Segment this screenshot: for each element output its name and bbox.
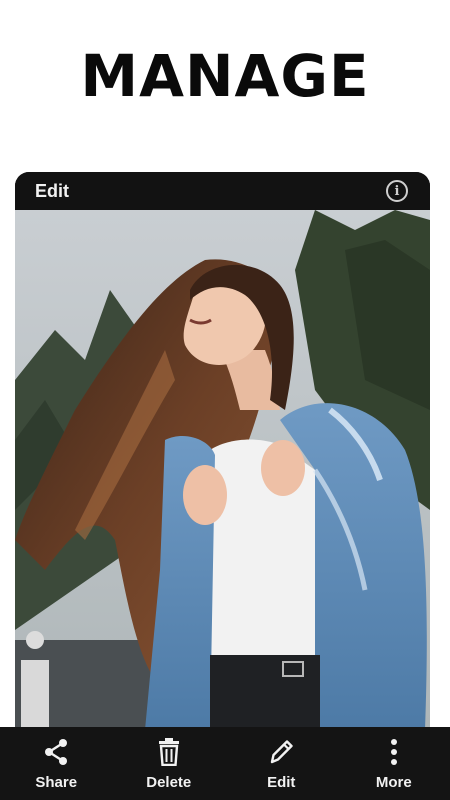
- more-vertical-icon: [390, 737, 398, 767]
- app-screen: MANAGE Edit i Share Delete Edit More: [0, 0, 450, 800]
- info-glyph: i: [394, 183, 400, 199]
- edit-label: Edit: [267, 773, 296, 791]
- trash-icon: [157, 737, 181, 767]
- share-label: Share: [35, 773, 78, 791]
- share-button[interactable]: Share: [11, 727, 101, 800]
- editor-frame: Edit i: [15, 172, 430, 800]
- edit-button[interactable]: Edit: [236, 727, 326, 800]
- more-label: More: [375, 773, 412, 791]
- more-button[interactable]: More: [349, 727, 439, 800]
- editor-titlebar: Edit i: [15, 172, 430, 210]
- info-icon[interactable]: i: [386, 180, 408, 202]
- editor-title: Edit: [35, 180, 69, 201]
- headline: MANAGE: [80, 42, 370, 110]
- photo-image: [15, 210, 430, 730]
- photo-view[interactable]: [15, 210, 430, 730]
- delete-button[interactable]: Delete: [124, 727, 214, 800]
- bottom-action-bar: Share Delete Edit More: [0, 727, 450, 800]
- pencil-icon: [268, 737, 294, 767]
- delete-label: Delete: [146, 773, 192, 791]
- share-icon: [43, 737, 69, 767]
